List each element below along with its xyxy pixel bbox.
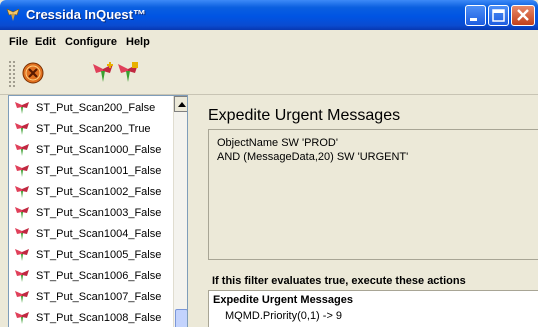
filter-icon [15, 164, 29, 177]
list-item-label: ST_Put_Scan1001_False [36, 165, 162, 177]
minimize-button[interactable] [465, 5, 486, 26]
action-line: MQMD.Priority(0,1) -> 9 [225, 310, 343, 322]
list-item-label: ST_Put_Scan1006_False [36, 270, 162, 282]
menu-edit[interactable]: Edit [35, 36, 56, 48]
list-item[interactable]: ST_Put_Scan1001_False [9, 160, 173, 181]
list-scrollbar[interactable] [173, 96, 187, 327]
list-item[interactable]: ST_Put_Scan1003_False [9, 202, 173, 223]
close-button[interactable] [511, 5, 535, 26]
minimize-icon [470, 18, 477, 21]
filter-icon [15, 185, 29, 198]
filter-icon [15, 311, 29, 324]
maximize-button[interactable] [488, 5, 509, 26]
filter-title: Expedite Urgent Messages [208, 107, 401, 124]
list-item[interactable]: ST_Put_Scan1006_False [9, 265, 173, 286]
close-icon [517, 9, 529, 21]
filter-icon [15, 227, 29, 240]
scroll-thumb[interactable] [175, 309, 187, 327]
filter-icon [15, 206, 29, 219]
filter-list[interactable]: ST_Put_Scan200_False ST_Put_Scan200_True S… [8, 95, 188, 327]
filter-icon [15, 290, 29, 303]
list-item[interactable]: ST_Put_Scan200_False [9, 97, 173, 118]
menu-help[interactable]: Help [126, 36, 150, 48]
list-item[interactable]: ST_Put_Scan1007_False [9, 286, 173, 307]
action-title: Expedite Urgent Messages [213, 294, 353, 306]
app-icon [6, 9, 20, 21]
window-title: Cressida InQuest™ [26, 7, 146, 22]
title-bar[interactable]: Cressida InQuest™ [0, 0, 538, 30]
expression-line: AND (MessageData,20) SW 'URGENT' [217, 151, 409, 163]
list-item[interactable]: ST_Put_Scan1008_False [9, 307, 173, 327]
list-item[interactable]: ST_Put_Scan1000_False [9, 139, 173, 160]
maximize-icon [492, 9, 505, 22]
filter-icon [15, 122, 29, 135]
stop-button[interactable] [20, 60, 46, 86]
menu-bar: File Edit Configure Help [0, 30, 538, 54]
menu-configure[interactable]: Configure [65, 36, 117, 48]
add-filter-icon [93, 62, 113, 82]
filter-icon [15, 101, 29, 114]
expression-line: ObjectName SW 'PROD' [217, 137, 338, 149]
filter-icon [15, 269, 29, 282]
list-item-label: ST_Put_Scan1000_False [36, 144, 162, 156]
list-item-label: ST_Put_Scan1004_False [36, 228, 162, 240]
toolbar [0, 54, 538, 95]
stop-icon [22, 62, 44, 84]
list-item-label: ST_Put_Scan1002_False [36, 186, 162, 198]
edit-filter-button[interactable] [115, 60, 141, 86]
actions-heading: If this filter evaluates true, execute t… [212, 275, 466, 287]
actions-box[interactable]: Expedite Urgent Messages MQMD.Priority(0… [208, 290, 538, 327]
list-item-label: ST_Put_Scan1007_False [36, 291, 162, 303]
list-item[interactable]: ST_Put_Scan1004_False [9, 223, 173, 244]
list-item[interactable]: ST_Put_Scan1002_False [9, 181, 173, 202]
list-item-label: ST_Put_Scan1008_False [36, 312, 162, 324]
add-filter-button[interactable] [90, 60, 116, 86]
list-item[interactable]: ST_Put_Scan200_True [9, 118, 173, 139]
filter-expression-box[interactable]: ObjectName SW 'PROD' AND (MessageData,20… [208, 129, 538, 260]
scroll-up-button[interactable] [174, 96, 187, 112]
menu-file[interactable]: File [9, 36, 28, 48]
toolbar-grip[interactable] [8, 60, 16, 88]
list-item[interactable]: ST_Put_Scan1005_False [9, 244, 173, 265]
filter-detail-pane: Expedite Urgent Messages ObjectName SW '… [194, 95, 538, 327]
list-item-label: ST_Put_Scan200_True [36, 123, 151, 135]
list-item-label: ST_Put_Scan200_False [36, 102, 156, 114]
filter-icon [15, 143, 29, 156]
filter-icon [15, 248, 29, 261]
edit-filter-icon [118, 62, 138, 82]
list-item-label: ST_Put_Scan1003_False [36, 207, 162, 219]
list-item-label: ST_Put_Scan1005_False [36, 249, 162, 261]
